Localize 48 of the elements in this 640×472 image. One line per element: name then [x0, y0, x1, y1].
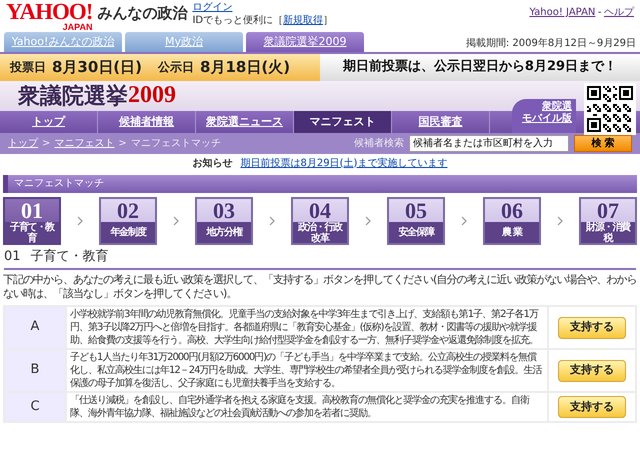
breadcrumb-separator: >: [118, 137, 127, 150]
notice-link[interactable]: 期日前投票は8月29日(土)まで実施しています: [240, 156, 448, 170]
topic-step[interactable]: 04 政治・行政改革: [291, 197, 349, 245]
mobile-link[interactable]: 衆院選 モバイル版: [512, 99, 576, 133]
top-link[interactable]: Yahoo! JAPAN: [529, 6, 596, 19]
separator-text: -: [598, 6, 602, 19]
topic-step[interactable]: 07 財源・消費税: [579, 197, 637, 245]
topic-step[interactable]: 03 地方分権: [195, 197, 253, 245]
topic-number: 01: [4, 248, 21, 266]
login-note: IDでもっと便利に［: [192, 14, 284, 27]
topic-step[interactable]: 05 安全保障: [387, 197, 445, 245]
yahoo-logo[interactable]: YAHOO! JAPAN: [6, 1, 92, 32]
section-header: マニフェストマッチ: [3, 175, 637, 193]
topic-step[interactable]: 01 子育て・教育: [3, 197, 61, 245]
search-field[interactable]: 候補者名または市区町村を入力: [409, 135, 569, 152]
bracket-text: ］: [323, 14, 334, 27]
option-letter: B: [5, 350, 65, 391]
period-text: 掲載期間: 2009年8月12日～9月29日: [466, 36, 636, 50]
login-link[interactable]: ログイン: [192, 1, 334, 14]
search-label: 候補者検索: [354, 137, 404, 150]
search-button[interactable]: 検 索: [574, 135, 632, 152]
election-year: 2009: [128, 81, 176, 110]
support-button[interactable]: 支持する: [558, 360, 626, 382]
early-vote-banner: 期日前投票は、公示日翌日から8月29日まで！: [320, 54, 640, 81]
policy-text: 「仕送り減税」を創設し、自宅外通学者を抱える家庭を支援。高校教育の無償化と奨学金の充実を推進する。自衛隊、海外青年協力隊、福祉施設などの社会貢献活動への参加を若者に奨励。: [70, 394, 530, 420]
vote-day-label: 投票日: [10, 60, 46, 76]
policy-text: 小学校就学前3年間の幼児教育無償化。児童手当の支給対象を中学3年生まで引き上げ、支給額も第1子、第2子各1万円、第3子以降2万円へと倍増を目指す。各都道府県に「教育安心基金」(仮称)を設置、教材・図書等の援助や就学援助、給食費の支援等を行う。高校、大学生向け給付型奨学金を創設する一方、無利子奨学金や返還免除制度を拡充。: [70, 308, 540, 347]
election-title: 衆議院選挙: [18, 82, 128, 110]
topic-title: 子育て・教育: [30, 248, 109, 266]
breadcrumb-separator: >: [42, 137, 50, 150]
breadcrumb-current: マニフェストマッチ: [130, 137, 221, 150]
vote-date: 8月30日(日): [52, 58, 142, 78]
announce-day-label: 公示日: [158, 60, 194, 76]
policy-text: 子ども1人当たり年31万2000円(月額2万6000円)の「子ども手当」を中学卒業まで支給。公立高校生の授業料を無償化し、私立高校生には年12－24万円を助成。大学生、専門学校生の希望者全員が受けられる奨学金制度を創設。生活保護の母子加算を復活し、父子家庭にも児童扶養手当を支給する。: [70, 351, 543, 390]
site-name: みんなの政治: [97, 4, 188, 23]
instruction-text: 下記の中から、あなたの考えに最も近い政策を選択して、「支持する」ボタンを押してください(自分の考えに近い政策がない場合や、わからない時は、「該当なし」ボタンを押してください)。: [2, 272, 638, 302]
option-letter: C: [5, 393, 65, 421]
topic-step[interactable]: 02 年金制度: [99, 197, 157, 245]
option-letter: A: [5, 307, 65, 348]
nav-tab[interactable]: 衆議院選挙2009: [246, 32, 364, 52]
notice-label: お知らせ: [192, 156, 233, 170]
support-button[interactable]: 支持する: [558, 316, 626, 338]
topic-step[interactable]: 06 農 業: [483, 197, 541, 245]
support-button[interactable]: 支持する: [558, 396, 626, 418]
announce-date: 8月18日(火): [200, 58, 290, 78]
signup-link[interactable]: 新規取得: [283, 14, 324, 27]
top-link[interactable]: ヘルプ: [604, 6, 634, 19]
nav-item[interactable]: マニフェスト: [294, 111, 392, 133]
